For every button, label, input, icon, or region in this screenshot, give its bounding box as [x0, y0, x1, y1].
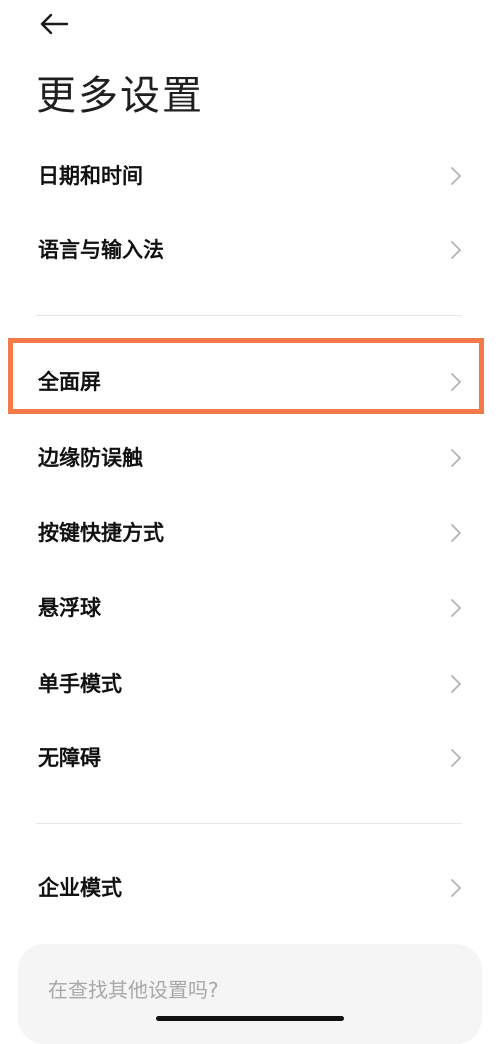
settings-item-accessibility[interactable]: 无障碍	[0, 721, 500, 795]
settings-item-enterprise-mode[interactable]: 企业模式	[0, 851, 500, 925]
settings-item-label: 悬浮球	[38, 596, 101, 620]
settings-item-label: 全面屏	[38, 370, 101, 394]
settings-item-label: 无障碍	[38, 746, 101, 770]
arrow-left-icon	[40, 13, 69, 35]
settings-item-label: 单手模式	[38, 672, 122, 696]
settings-item-date-time[interactable]: 日期和时间	[0, 139, 500, 213]
settings-item-label: 日期和时间	[38, 164, 143, 188]
chevron-right-icon	[451, 749, 461, 767]
chevron-right-icon	[451, 599, 461, 617]
settings-item-floating-ball[interactable]: 悬浮球	[0, 571, 500, 645]
settings-item-language-input[interactable]: 语言与输入法	[0, 213, 500, 287]
settings-item-button-shortcuts[interactable]: 按键快捷方式	[0, 496, 500, 570]
search-card-text: 在查找其他设置吗?	[48, 978, 219, 1002]
chevron-right-icon	[451, 879, 461, 897]
settings-item-label: 边缘防误触	[38, 446, 143, 470]
settings-item-label: 语言与输入法	[38, 238, 164, 262]
chevron-right-icon	[451, 373, 461, 391]
home-indicator[interactable]	[156, 1016, 344, 1021]
settings-item-label: 企业模式	[38, 876, 122, 900]
chevron-right-icon	[451, 241, 461, 259]
section-divider	[36, 315, 462, 316]
page-title: 更多设置	[36, 73, 204, 119]
chevron-right-icon	[451, 524, 461, 542]
settings-item-full-screen[interactable]: 全面屏	[0, 345, 500, 419]
section-divider	[36, 823, 462, 824]
settings-item-one-handed-mode[interactable]: 单手模式	[0, 647, 500, 721]
settings-item-edge-touch[interactable]: 边缘防误触	[0, 421, 500, 495]
back-button[interactable]	[36, 8, 72, 40]
chevron-right-icon	[451, 449, 461, 467]
search-other-settings-card[interactable]: 在查找其他设置吗?	[18, 944, 482, 1044]
chevron-right-icon	[451, 675, 461, 693]
chevron-right-icon	[451, 167, 461, 185]
settings-item-label: 按键快捷方式	[38, 521, 164, 545]
